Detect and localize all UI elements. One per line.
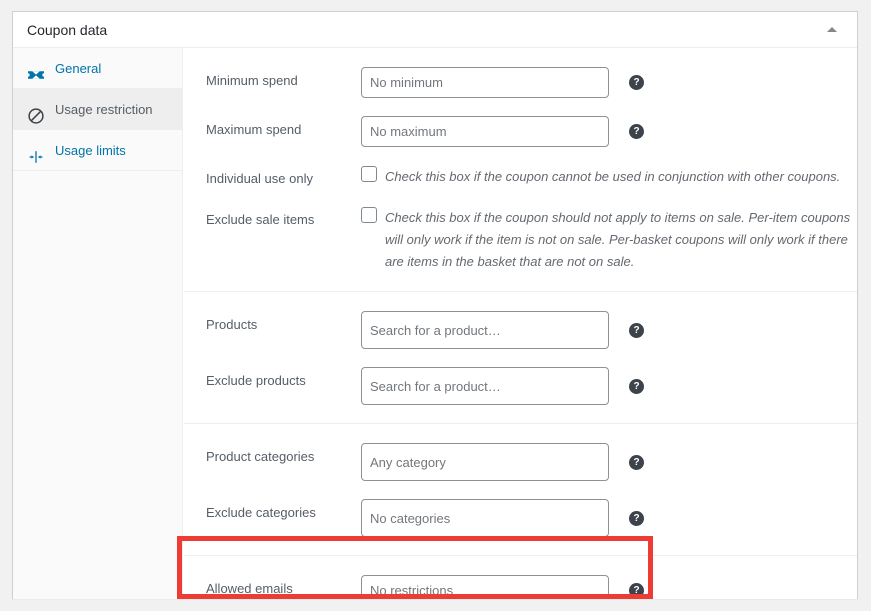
field-products: Products ?: [184, 302, 857, 358]
product-categories-label: Product categories: [206, 449, 315, 464]
page-title: Coupon data: [27, 22, 108, 38]
field-individual-use-only: Individual use only Check this box if th…: [184, 156, 857, 197]
help-icon-maximum-spend[interactable]: ?: [629, 124, 644, 139]
help-icon-allowed-emails[interactable]: ?: [629, 583, 644, 598]
sidebar-item-general[interactable]: General: [13, 48, 182, 89]
exclude-sale-items-control: Check this box if the coupon should not …: [361, 206, 857, 273]
exclude-products-control: ?: [361, 367, 857, 405]
field-exclude-products: Exclude products ?: [184, 358, 857, 414]
products-group: Products ? Exclude products ?: [184, 291, 857, 423]
minimum-spend-label: Minimum spend: [206, 73, 298, 88]
maximum-spend-label: Maximum spend: [206, 122, 302, 137]
coupon-data-tabs: General Usage restriction Usage limits: [13, 48, 183, 599]
products-search-input[interactable]: [361, 311, 609, 349]
field-exclude-sale-items: Exclude sale items Check this box if the…: [184, 197, 857, 282]
exclude-categories-label: Exclude categories: [206, 505, 316, 520]
sidebar-item-label: Usage limits: [55, 143, 126, 158]
exclude-sale-items-description: Check this box if the coupon should not …: [385, 210, 851, 269]
triangle-up-icon[interactable]: [817, 12, 847, 47]
exclude-categories-control: ?: [361, 499, 857, 537]
triangle-up-glyph: [827, 27, 837, 32]
maximum-spend-control: ?: [361, 116, 857, 147]
allowed-emails-control: ?: [361, 575, 857, 599]
exclude-categories-input[interactable]: [361, 499, 609, 537]
individual-use-only-control: Check this box if the coupon cannot be u…: [361, 165, 857, 188]
field-exclude-categories: Exclude categories ?: [184, 490, 857, 546]
help-icon-exclude-categories[interactable]: ?: [629, 511, 644, 526]
exclude-products-label: Exclude products: [206, 373, 306, 388]
individual-use-only-checkbox[interactable]: [361, 166, 377, 182]
spend-group: Minimum spend ? Maximum spend ? Individu…: [184, 48, 857, 291]
sidebar-item-label: Usage restriction: [55, 102, 153, 117]
help-icon-product-categories[interactable]: ?: [629, 455, 644, 470]
exclude-products-search-input[interactable]: [361, 367, 609, 405]
usage-restriction-panel: Minimum spend ? Maximum spend ? Individu…: [184, 48, 857, 599]
field-product-categories: Product categories ?: [184, 434, 857, 490]
individual-use-only-description: Check this box if the coupon cannot be u…: [385, 169, 841, 184]
coupon-ticket-icon: [27, 59, 45, 79]
no-entry-icon: [27, 100, 45, 124]
sidebar-item-label: General: [55, 61, 102, 76]
emails-group: Allowed emails ?: [184, 555, 857, 599]
help-icon-exclude-products[interactable]: ?: [629, 379, 644, 394]
help-icon-products[interactable]: ?: [629, 323, 644, 338]
individual-use-only-label: Individual use only: [206, 171, 313, 186]
field-maximum-spend: Maximum spend ?: [184, 107, 857, 156]
exclude-sale-items-label: Exclude sale items: [206, 212, 315, 227]
exclude-sale-items-checkbox[interactable]: [361, 207, 377, 223]
sidebar-item-usage-limits[interactable]: Usage limits: [13, 130, 182, 171]
metabox-body: General Usage restriction Usage limits M…: [13, 48, 857, 599]
allowed-emails-input[interactable]: [361, 575, 609, 599]
allowed-emails-label: Allowed emails: [206, 581, 293, 596]
sidebar-item-usage-restriction[interactable]: Usage restriction: [13, 89, 182, 130]
field-minimum-spend: Minimum spend ?: [184, 58, 857, 107]
field-allowed-emails: Allowed emails ?: [184, 566, 857, 599]
categories-group: Product categories ? Exclude categories …: [184, 423, 857, 555]
coupon-data-metabox: Coupon data General Usage restriction Us…: [12, 11, 858, 599]
product-categories-input[interactable]: [361, 443, 609, 481]
products-control: ?: [361, 311, 857, 349]
maximum-spend-input[interactable]: [361, 116, 609, 147]
minimum-spend-control: ?: [361, 67, 857, 98]
metabox-header: Coupon data: [13, 12, 857, 48]
products-label: Products: [206, 317, 258, 332]
product-categories-control: ?: [361, 443, 857, 481]
help-icon-minimum-spend[interactable]: ?: [629, 75, 644, 90]
minimum-spend-input[interactable]: [361, 67, 609, 98]
usage-limits-icon: [27, 141, 45, 163]
